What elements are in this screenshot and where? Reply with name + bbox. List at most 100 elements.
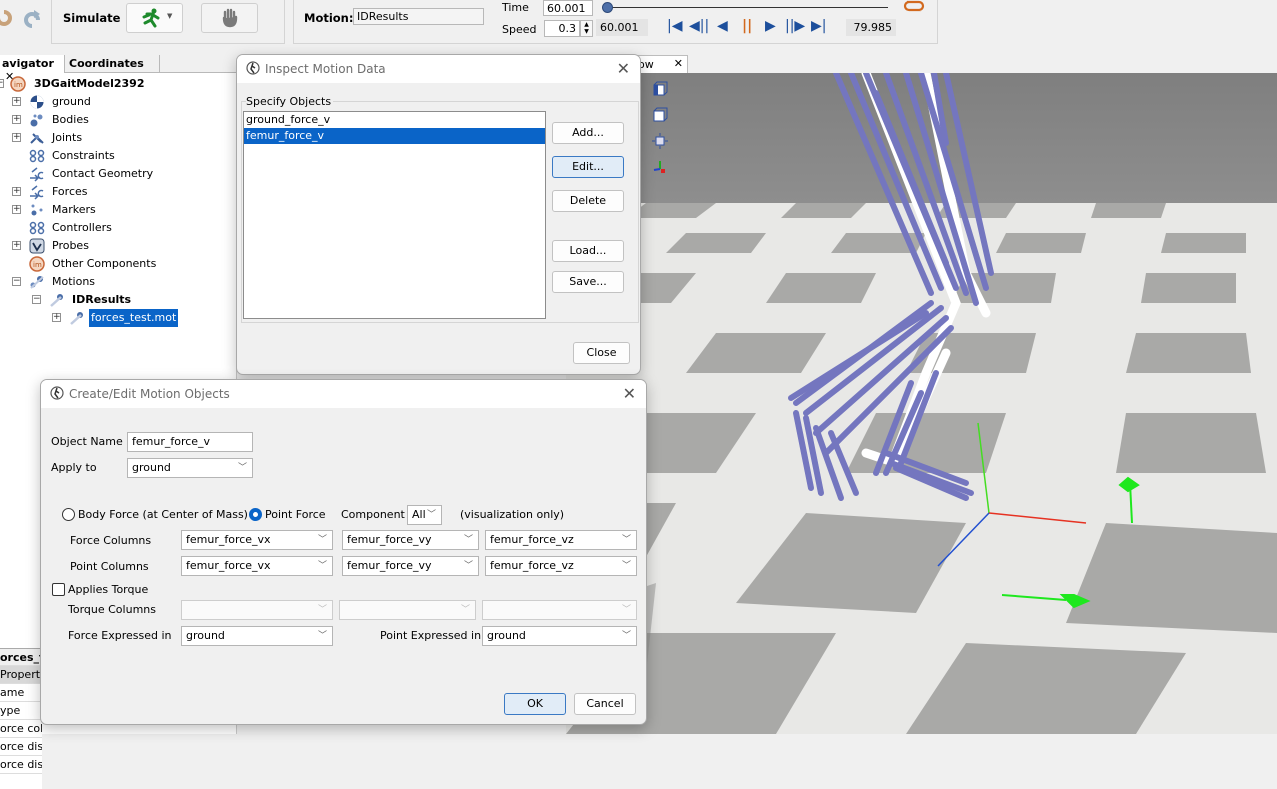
point-column-y-select[interactable]: femur_force_vy ﹀ (342, 556, 479, 576)
applies-torque-checkbox[interactable] (52, 583, 65, 596)
tree-item-label-selected: forces_test.mot (89, 309, 179, 327)
property-row[interactable]: orce disp (0, 738, 42, 756)
bodies-icon (30, 114, 43, 127)
expand-icon[interactable]: + (12, 187, 21, 196)
view-toolbar (652, 81, 668, 181)
body-force-radio[interactable] (62, 508, 75, 521)
expand-icon[interactable]: + (12, 97, 21, 106)
component-value: All (412, 508, 426, 521)
tab-navigator[interactable]: avigator ✕ (0, 55, 65, 83)
force-column-z-select[interactable]: femur_force_vz ﹀ (485, 530, 637, 550)
pause-icon[interactable]: || (742, 18, 752, 34)
chevron-down-icon: ﹀ (317, 605, 327, 615)
applies-torque-label: Applies Torque (68, 583, 149, 596)
controllers-icon (29, 221, 45, 235)
fit-view-icon[interactable] (652, 133, 668, 149)
collapse-icon[interactable]: − (12, 277, 21, 286)
edit-button[interactable]: Edit... (552, 156, 624, 178)
perspective-view-icon[interactable] (652, 107, 668, 123)
undo-icon[interactable] (0, 8, 14, 28)
model-icon: im (10, 76, 26, 92)
object-name-label: Object Name (51, 435, 123, 448)
expand-icon[interactable]: + (12, 241, 21, 250)
property-row[interactable]: ype (0, 702, 42, 720)
tree-item-label: Bodies (52, 113, 89, 126)
3d-viewport[interactable] (566, 73, 1277, 734)
point-column-z-select[interactable]: femur_force_vz ﹀ (485, 556, 637, 576)
chevron-down-icon: ﹀ (460, 605, 470, 615)
point-column-x-value: femur_force_vx (186, 559, 271, 572)
play-icon[interactable]: ▶ (765, 18, 776, 34)
torque-column-y-select[interactable]: ﹀ (339, 600, 476, 620)
point-column-x-select[interactable]: femur_force_vx ﹀ (181, 556, 333, 576)
close-icon[interactable]: ✕ (674, 57, 683, 70)
chevron-down-icon: ﹀ (621, 561, 631, 571)
objects-list[interactable]: ground_force_v femur_force_v (243, 111, 546, 319)
force-column-y-select[interactable]: femur_force_vy ﹀ (342, 530, 479, 550)
point-force-radio[interactable] (249, 508, 262, 521)
go-to-start-icon[interactable]: |◀ (667, 18, 682, 34)
point-column-y-value: femur_force_vy (347, 559, 432, 572)
speed-input[interactable]: 0.3 (544, 20, 580, 37)
expand-icon[interactable]: + (12, 133, 21, 142)
add-button[interactable]: Add... (552, 122, 624, 144)
tree-item-label: Motions (52, 275, 96, 288)
close-button[interactable]: Close (573, 342, 630, 364)
force-column-x-select[interactable]: femur_force_vx ﹀ (181, 530, 333, 550)
save-button[interactable]: Save... (552, 271, 624, 293)
close-icon[interactable]: ✕ (623, 384, 636, 403)
collapse-icon[interactable]: − (32, 295, 41, 304)
simulate-label: Simulate (63, 11, 121, 25)
loop-icon[interactable] (903, 0, 925, 12)
play-reverse-icon[interactable]: ◀ (717, 18, 728, 34)
redo-icon[interactable] (22, 8, 42, 28)
body-force-label: Body Force (at Center of Mass) (78, 508, 248, 521)
go-to-end-icon[interactable]: ▶| (811, 18, 826, 34)
time-label: Time (502, 1, 529, 14)
list-item-selected[interactable]: femur_force_v (244, 128, 545, 144)
run-simulation-button[interactable]: ▼ (126, 3, 183, 33)
time-input[interactable]: 60.001 (543, 0, 593, 16)
delete-button[interactable]: Delete (552, 190, 624, 212)
torque-column-z-select[interactable]: ﹀ (482, 600, 637, 620)
expand-icon[interactable]: + (12, 115, 21, 124)
chevron-down-icon: ﹀ (621, 535, 631, 545)
apply-to-select[interactable]: ground ﹀ (127, 458, 253, 478)
property-row[interactable]: orce disp (0, 756, 42, 774)
visualization-note: (visualization only) (460, 508, 565, 521)
svg-text:im: im (14, 81, 23, 89)
expand-icon[interactable]: + (52, 313, 61, 322)
time-slider-thumb[interactable] (602, 2, 613, 13)
step-back-icon[interactable]: ◀|| (689, 18, 709, 34)
step-forward-icon[interactable]: ||▶ (785, 18, 805, 34)
joints-icon (30, 133, 44, 144)
property-row[interactable]: orce colo (0, 720, 42, 738)
expand-icon[interactable]: + (12, 205, 21, 214)
end-time-readout: 79.985 (846, 19, 896, 36)
tree-item-label: Markers (52, 203, 96, 216)
close-icon[interactable]: ✕ (617, 59, 630, 78)
time-slider-track[interactable] (608, 7, 888, 8)
force-expressed-label: Force Expressed in (68, 629, 172, 642)
tab-coordinates[interactable]: Coordinates (65, 55, 160, 73)
speed-spinner[interactable]: ▲ ▼ (580, 20, 593, 37)
cancel-button[interactable]: Cancel (574, 693, 636, 715)
motion-icon (70, 312, 83, 325)
collapse-icon[interactable]: − (0, 79, 4, 88)
list-item[interactable]: ground_force_v (244, 112, 545, 128)
front-view-icon[interactable] (652, 81, 668, 97)
axes-icon[interactable] (652, 159, 668, 175)
dialog-title-bar: Inspect Motion Data ✕ (237, 55, 640, 83)
force-expressed-select[interactable]: ground ﹀ (181, 626, 333, 646)
component-select[interactable]: All ﹀ (407, 505, 442, 525)
property-row[interactable]: ame (0, 684, 42, 702)
torque-column-x-select[interactable]: ﹀ (181, 600, 333, 620)
stop-simulation-button[interactable] (201, 3, 258, 33)
load-button[interactable]: Load... (552, 240, 624, 262)
object-name-input[interactable]: femur_force_v (127, 432, 253, 452)
tree-item-label: ground (52, 95, 91, 108)
navigator-tabstrip: avigator ✕ Coordinates (0, 55, 237, 83)
ok-button[interactable]: OK (504, 693, 566, 715)
chevron-down-icon: ﹀ (463, 561, 473, 571)
point-expressed-select[interactable]: ground ﹀ (482, 626, 637, 646)
